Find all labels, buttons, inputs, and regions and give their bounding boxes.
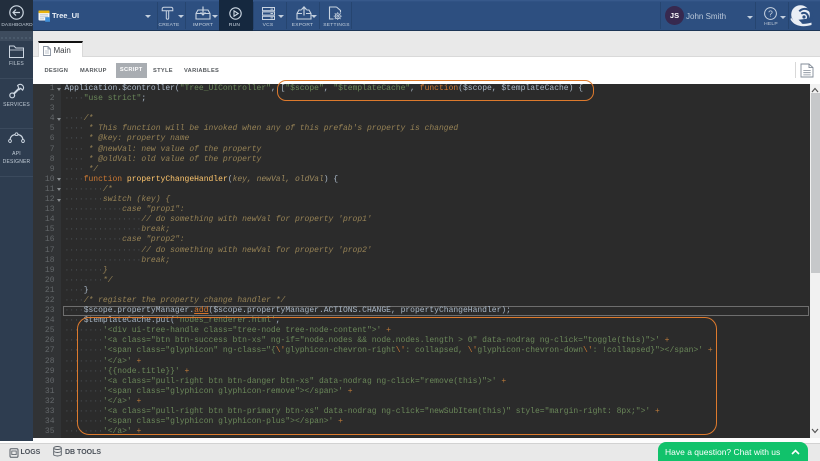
svg-text:?: ?	[768, 9, 773, 19]
